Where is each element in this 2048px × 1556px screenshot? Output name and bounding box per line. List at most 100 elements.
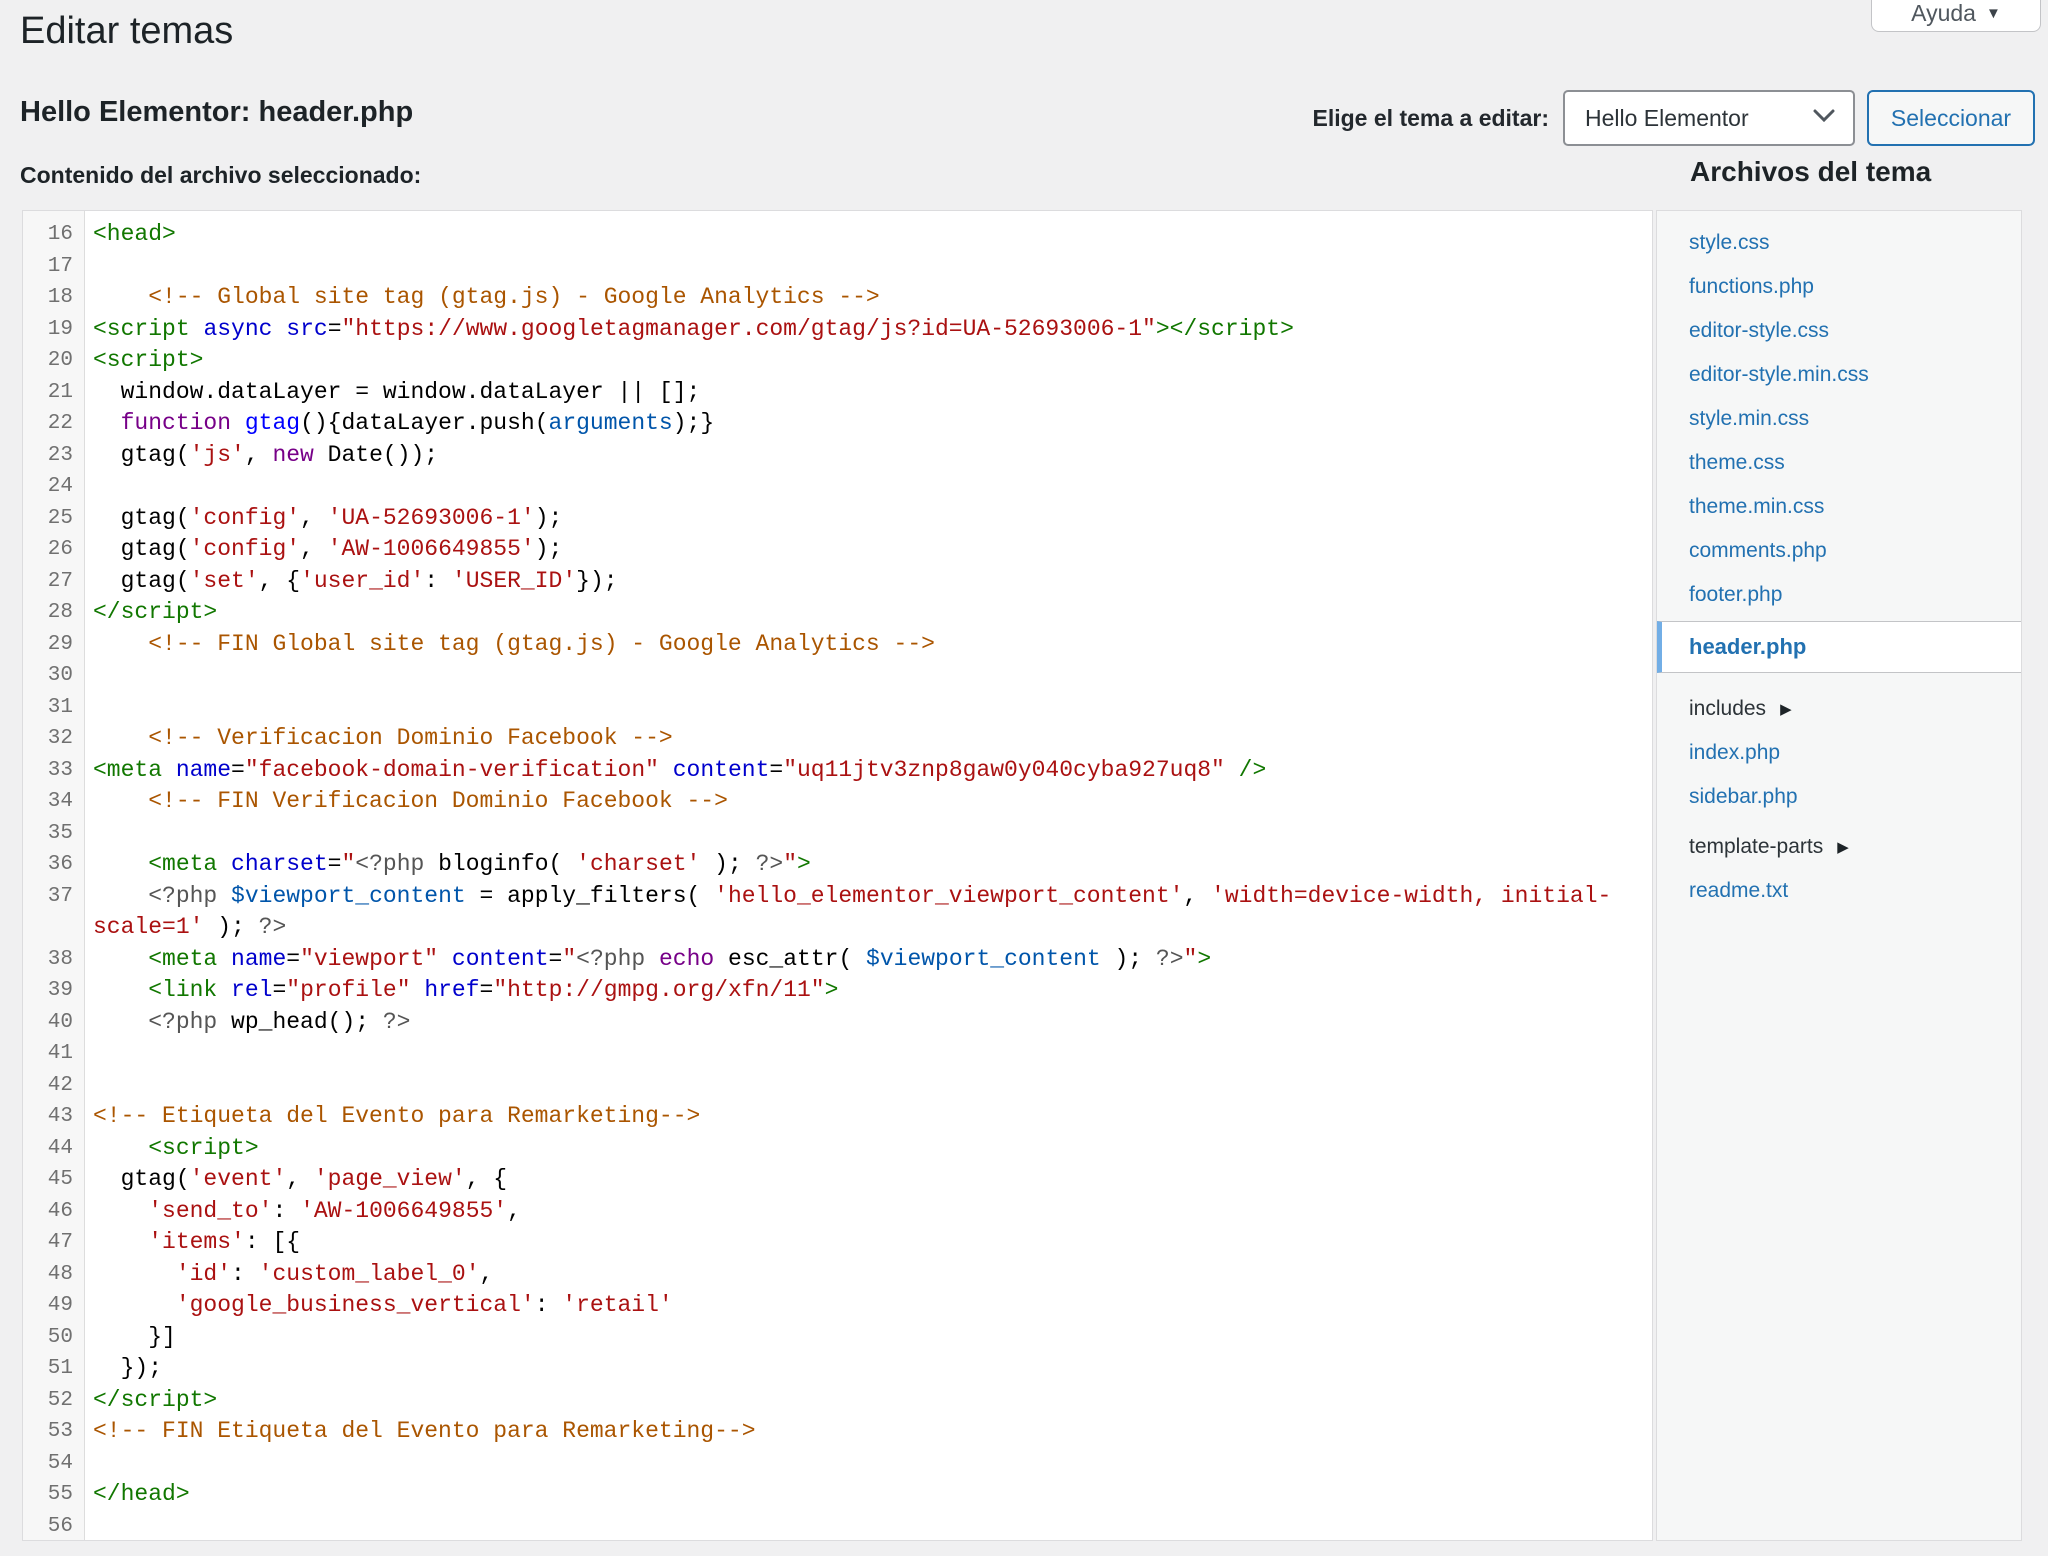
- line-number: 51: [23, 1353, 85, 1385]
- line-number: 44: [23, 1133, 85, 1165]
- line-number: 45: [23, 1164, 85, 1196]
- line-number: 41: [23, 1038, 85, 1070]
- code-row: 49 'google_business_vertical': 'retail': [23, 1290, 1652, 1322]
- code-line: [85, 818, 1652, 850]
- code-row: 50 }]: [23, 1322, 1652, 1354]
- code-row: 47 'items': [{: [23, 1227, 1652, 1259]
- code-line: [85, 471, 1652, 503]
- line-number: 54: [23, 1448, 85, 1480]
- code-line: </head>: [85, 1479, 1652, 1511]
- code-line: <script>: [85, 1133, 1652, 1165]
- line-number: 29: [23, 629, 85, 661]
- folder-expand-icon: ▶: [1780, 700, 1792, 718]
- file-row: index.php: [1657, 731, 2021, 775]
- file-item-functions.php[interactable]: functions.php: [1689, 275, 1814, 299]
- file-row: footer.php: [1657, 573, 2021, 617]
- code-row: 34 <!-- FIN Verificacion Dominio Faceboo…: [23, 786, 1652, 818]
- file-item-editor-style.css[interactable]: editor-style.css: [1689, 319, 1829, 343]
- page-title: Editar temas: [20, 10, 233, 53]
- line-number: 17: [23, 251, 85, 283]
- file-item-style.min.css[interactable]: style.min.css: [1689, 407, 1809, 431]
- code-line: [85, 1448, 1652, 1480]
- folder-label: includes: [1689, 697, 1766, 721]
- code-line: [85, 251, 1652, 283]
- file-row: theme.css: [1657, 441, 2021, 485]
- file-row: sidebar.php: [1657, 775, 2021, 819]
- line-number: 31: [23, 692, 85, 724]
- file-item-theme.min.css[interactable]: theme.min.css: [1689, 495, 1824, 519]
- code-row: 48 'id': 'custom_label_0',: [23, 1259, 1652, 1291]
- code-line: </script>: [85, 597, 1652, 629]
- help-button[interactable]: Ayuda ▼: [1871, 0, 2041, 32]
- code-row: 31: [23, 692, 1652, 724]
- code-line: [85, 660, 1652, 692]
- file-row: comments.php: [1657, 529, 2021, 573]
- code-line: 'items': [{: [85, 1227, 1652, 1259]
- file-item-sidebar.php[interactable]: sidebar.php: [1689, 785, 1798, 809]
- file-item-theme.css[interactable]: theme.css: [1689, 451, 1785, 475]
- file-row: style.css: [1657, 221, 2021, 265]
- folder-item-includes[interactable]: includes ▶: [1657, 687, 2021, 731]
- theme-select-value: Hello Elementor: [1585, 105, 1813, 132]
- file-item-index.php[interactable]: index.php: [1689, 741, 1780, 765]
- line-number: 47: [23, 1227, 85, 1259]
- file-item-style.css[interactable]: style.css: [1689, 231, 1770, 255]
- code-line: <meta name="facebook-domain-verification…: [85, 755, 1652, 787]
- current-file-heading: Hello Elementor: header.php: [20, 96, 413, 129]
- code-line: <!-- Global site tag (gtag.js) - Google …: [85, 282, 1652, 314]
- line-number: 25: [23, 503, 85, 535]
- line-number: 20: [23, 345, 85, 377]
- theme-files-heading: Archivos del tema: [1690, 156, 1931, 188]
- line-number: 50: [23, 1322, 85, 1354]
- chevron-down-icon: ▼: [1986, 1, 2001, 27]
- code-row: 23 gtag('js', new Date());: [23, 440, 1652, 472]
- code-line: [85, 1070, 1652, 1102]
- file-item-editor-style.min.css[interactable]: editor-style.min.css: [1689, 363, 1869, 387]
- code-row: 29 <!-- FIN Global site tag (gtag.js) - …: [23, 629, 1652, 661]
- code-row: 28</script>: [23, 597, 1652, 629]
- code-line: 'id': 'custom_label_0',: [85, 1259, 1652, 1291]
- file-row: editor-style.min.css: [1657, 353, 2021, 397]
- code-row: 54: [23, 1448, 1652, 1480]
- line-number: 34: [23, 786, 85, 818]
- line-number: 18: [23, 282, 85, 314]
- code-line: function gtag(){dataLayer.push(arguments…: [85, 408, 1652, 440]
- code-row: 30: [23, 660, 1652, 692]
- code-line: [85, 692, 1652, 724]
- select-chevron-icon: [1813, 109, 1835, 127]
- code-line: 'send_to': 'AW-1006649855',: [85, 1196, 1652, 1228]
- file-item-selected-header.php[interactable]: header.php: [1657, 621, 2021, 673]
- file-row: editor-style.css: [1657, 309, 2021, 353]
- code-line: gtag('js', new Date());: [85, 440, 1652, 472]
- line-number: 30: [23, 660, 85, 692]
- code-row: 40 <?php wp_head(); ?>: [23, 1007, 1652, 1039]
- line-number: 16: [23, 219, 85, 251]
- code-row: 36 <meta charset="<?php bloginfo( 'chars…: [23, 849, 1652, 881]
- code-row: 51 });: [23, 1353, 1652, 1385]
- file-item-footer.php[interactable]: footer.php: [1689, 583, 1782, 607]
- select-theme-button[interactable]: Seleccionar: [1867, 90, 2035, 146]
- file-content-label: Contenido del archivo seleccionado:: [20, 162, 421, 189]
- line-number: 36: [23, 849, 85, 881]
- file-item-comments.php[interactable]: comments.php: [1689, 539, 1827, 563]
- theme-switcher: Elige el tema a editar: Hello Elementor …: [1000, 90, 2035, 146]
- code-editor[interactable]: 16<head>1718 <!-- Global site tag (gtag.…: [22, 210, 1653, 1541]
- line-number: 22: [23, 408, 85, 440]
- code-row: 45 gtag('event', 'page_view', {: [23, 1164, 1652, 1196]
- code-row: 32 <!-- Verificacion Dominio Facebook --…: [23, 723, 1652, 755]
- line-number: 46: [23, 1196, 85, 1228]
- line-number: 23: [23, 440, 85, 472]
- line-number: 38: [23, 944, 85, 976]
- line-number: 24: [23, 471, 85, 503]
- code-line: 'google_business_vertical': 'retail': [85, 1290, 1652, 1322]
- code-line: <head>: [85, 219, 1652, 251]
- theme-select-dropdown[interactable]: Hello Elementor: [1563, 90, 1855, 146]
- code-line: gtag('event', 'page_view', {: [85, 1164, 1652, 1196]
- folder-item-template-parts[interactable]: template-parts▶: [1657, 825, 2021, 869]
- code-line: <link rel="profile" href="http://gmpg.or…: [85, 975, 1652, 1007]
- code-row: 37 <?php $viewport_content = apply_filte…: [23, 881, 1652, 944]
- code-row: 27 gtag('set', {'user_id': 'USER_ID'});: [23, 566, 1652, 598]
- code-line: <!-- FIN Etiqueta del Evento para Remark…: [85, 1416, 1652, 1448]
- file-item-readme.txt[interactable]: readme.txt: [1689, 879, 1788, 903]
- code-row: 39 <link rel="profile" href="http://gmpg…: [23, 975, 1652, 1007]
